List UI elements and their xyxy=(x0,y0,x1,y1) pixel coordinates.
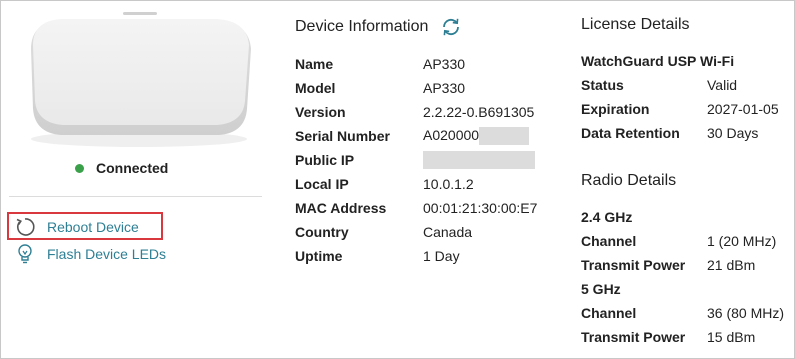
connection-status: Connected xyxy=(75,158,168,178)
device-info-row-model: Model AP330 xyxy=(295,78,465,98)
row-label: Status xyxy=(581,77,624,93)
row-label: Model xyxy=(295,80,336,96)
row-value: 36 (80 MHz) xyxy=(707,305,785,321)
row-value: 1 Day xyxy=(423,248,460,264)
radio-band-5ghz: 5 GHz xyxy=(581,279,621,299)
license-row-expiration: Expiration 2027-01-05 xyxy=(581,99,779,119)
row-value: 30 Days xyxy=(707,125,759,141)
connected-status-dot xyxy=(75,163,84,173)
refresh-icon[interactable] xyxy=(440,16,462,38)
row-label: Uptime xyxy=(295,248,343,264)
highlight-box xyxy=(7,212,163,240)
serial-number-value: A020000 xyxy=(423,126,480,143)
row-value: 21 dBm xyxy=(707,257,756,273)
device-info-row-serial: Serial Number A020000 xyxy=(295,126,530,146)
row-value: 2027-01-05 xyxy=(707,101,779,117)
device-info-row-version: Version 2.2.22-0.B691305 xyxy=(295,102,534,122)
row-label: Serial Number xyxy=(295,128,390,144)
row-value: 1 (20 MHz) xyxy=(707,233,777,249)
license-product-name: WatchGuard USP Wi-Fi xyxy=(581,53,735,69)
row-label: Transmit Power xyxy=(581,257,686,273)
device-info-row-local-ip: Local IP 10.0.1.2 xyxy=(295,174,474,194)
device-info-row-country: Country Canada xyxy=(295,222,472,242)
flash-led-icon xyxy=(13,243,37,265)
radio-5-row-channel: Channel 36 (80 MHz) xyxy=(581,303,784,323)
row-label: Local IP xyxy=(295,176,349,192)
flash-device-leds-button[interactable]: Flash Device LEDs xyxy=(13,243,166,265)
row-label: Name xyxy=(295,56,334,72)
row-value: AP330 xyxy=(423,56,466,72)
radio-band-24ghz: 2.4 GHz xyxy=(581,207,632,227)
device-info-row-name: Name AP330 xyxy=(295,54,465,74)
device-information-header: Device Information xyxy=(295,16,462,38)
row-value: A020000 xyxy=(423,126,530,146)
row-label: Country xyxy=(295,224,349,240)
row-value: 00:01:21:30:00:E7 xyxy=(423,200,538,216)
left-divider xyxy=(9,196,262,197)
row-value xyxy=(423,151,535,170)
row-value: 10.0.1.2 xyxy=(423,176,474,192)
device-details-panel: Connected Reboot Device Flash Device LED… xyxy=(0,0,795,359)
connection-status-label: Connected xyxy=(96,160,169,176)
row-label: Channel xyxy=(581,305,637,321)
license-row-data-retention: Data Retention 30 Days xyxy=(581,123,758,143)
band-name: 5 GHz xyxy=(581,281,621,297)
row-label: Public IP xyxy=(295,152,355,168)
radio-details-title: Radio Details xyxy=(581,172,677,189)
device-info-row-uptime: Uptime 1 Day xyxy=(295,246,460,266)
device-info-row-mac: MAC Address 00:01:21:30:00:E7 xyxy=(295,198,537,218)
device-info-row-public-ip: Public IP xyxy=(295,150,535,170)
row-label: Data Retention xyxy=(581,125,680,141)
access-point-image xyxy=(31,12,251,147)
row-value: Canada xyxy=(423,224,473,240)
row-label: Expiration xyxy=(581,101,650,117)
row-label: Channel xyxy=(581,233,637,249)
license-row-status: Status Valid xyxy=(581,75,737,95)
row-label: Version xyxy=(295,104,346,120)
redacted-mask xyxy=(423,151,535,170)
radio-5-row-transmit-power: Transmit Power 15 dBm xyxy=(581,327,755,347)
row-label: Transmit Power xyxy=(581,329,686,345)
band-name: 2.4 GHz xyxy=(581,209,633,225)
row-value: AP330 xyxy=(423,80,466,96)
row-value: 2.2.22-0.B691305 xyxy=(423,104,535,120)
redacted-mask xyxy=(479,127,530,146)
device-information-title: Device Information xyxy=(295,18,429,35)
row-value: 15 dBm xyxy=(707,329,756,345)
row-label: MAC Address xyxy=(295,200,387,216)
license-details-title: License Details xyxy=(581,16,690,33)
radio-24-row-channel: Channel 1 (20 MHz) xyxy=(581,231,776,251)
flash-device-leds-label: Flash Device LEDs xyxy=(47,246,167,262)
radio-24-row-transmit-power: Transmit Power 21 dBm xyxy=(581,255,755,275)
license-product: WatchGuard USP Wi-Fi xyxy=(581,51,734,71)
row-value: Valid xyxy=(707,77,738,93)
